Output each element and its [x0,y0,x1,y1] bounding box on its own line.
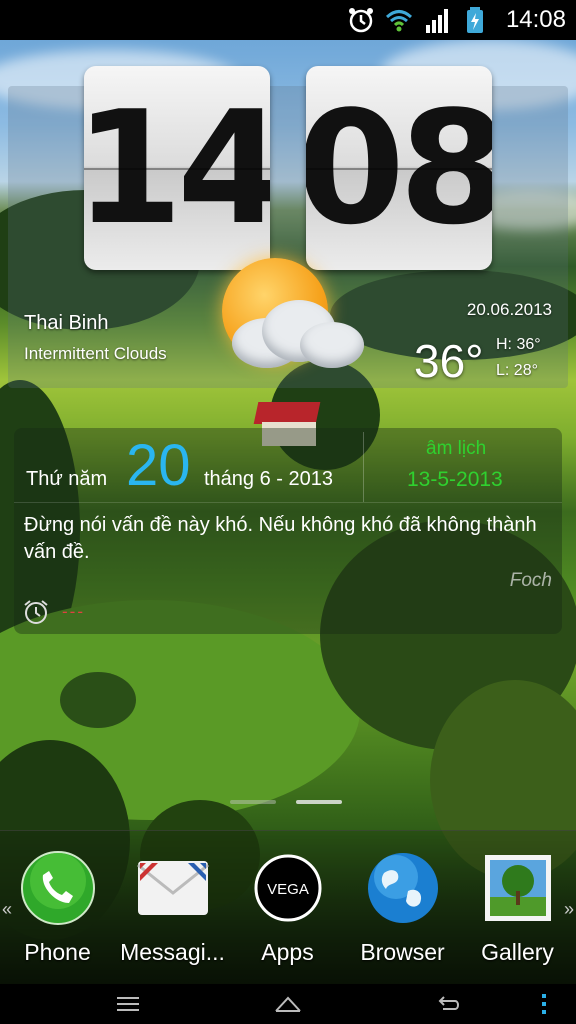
status-bar: 14:08 [0,0,576,40]
wifi-icon [384,5,414,35]
dock-label: Apps [261,939,314,965]
dock-label: Gallery [481,939,554,965]
envelope-icon [136,851,210,925]
calendar-month-year: tháng 6 - 2013 [204,468,333,490]
clock-hours[interactable]: 14 [84,66,270,270]
weather-temperature: 36° [414,335,484,387]
home-icon[interactable] [238,984,338,1024]
quote-text: Đừng nói vấn đề này khó. Nếu không khó đ… [24,514,537,563]
dock-item-gallery[interactable]: Gallery [460,851,575,975]
dock-label: Browser [360,939,445,965]
alarm-clock-icon [346,5,376,35]
page-indicator-2[interactable] [296,800,342,804]
weather-city: Thai Binh [24,312,109,334]
calendar-separator [14,502,562,503]
calendar-day: 20 [126,433,191,498]
navigation-bar [0,984,576,1024]
dock-item-phone[interactable]: Phone [0,851,115,975]
clock-minutes[interactable]: 08 [306,66,492,270]
status-time: 14:08 [505,6,566,33]
lunar-label: âm lịch [426,438,487,459]
page-indicator-1[interactable] [230,800,276,804]
dock-item-messaging[interactable]: Messagi... [115,851,230,975]
weather-high: H: 36° [496,336,541,353]
alarm-icon[interactable] [22,598,50,626]
phone-icon [21,851,95,925]
lunar-date: 13-5-2013 [407,468,503,491]
menu-icon[interactable] [78,984,178,1024]
weather-low: L: 28° [496,362,538,379]
alarm-text: --- [62,602,85,621]
picture-icon [481,851,555,925]
dock-label: Phone [24,939,91,965]
calendar-divider [363,432,364,502]
dock-item-browser[interactable]: Browser [345,851,460,975]
battery-icon [460,5,490,35]
overflow-icon[interactable] [494,984,576,1024]
weather-condition: Intermittent Clouds [24,344,167,363]
back-icon[interactable] [398,984,498,1024]
calendar-header: Thứ năm 20 tháng 6 - 2013 âm lịch 13-5-2… [14,428,562,502]
signal-icon [422,5,452,35]
calendar-widget[interactable]: Thứ năm 20 tháng 6 - 2013 âm lịch 13-5-2… [14,428,562,634]
dock-label: Messagi... [120,939,225,965]
dock: « » Phone Messagi... VEGA Apps Browser G… [0,830,576,984]
weather-date: 20.06.2013 [466,300,552,319]
quote-author: Foch [509,570,552,591]
svg-text:VEGA: VEGA [267,881,309,898]
vega-apps-icon: VEGA [251,851,325,925]
globe-icon [366,851,440,925]
calendar-weekday: Thứ năm [26,468,108,490]
dock-item-apps[interactable]: VEGA Apps [230,851,345,975]
